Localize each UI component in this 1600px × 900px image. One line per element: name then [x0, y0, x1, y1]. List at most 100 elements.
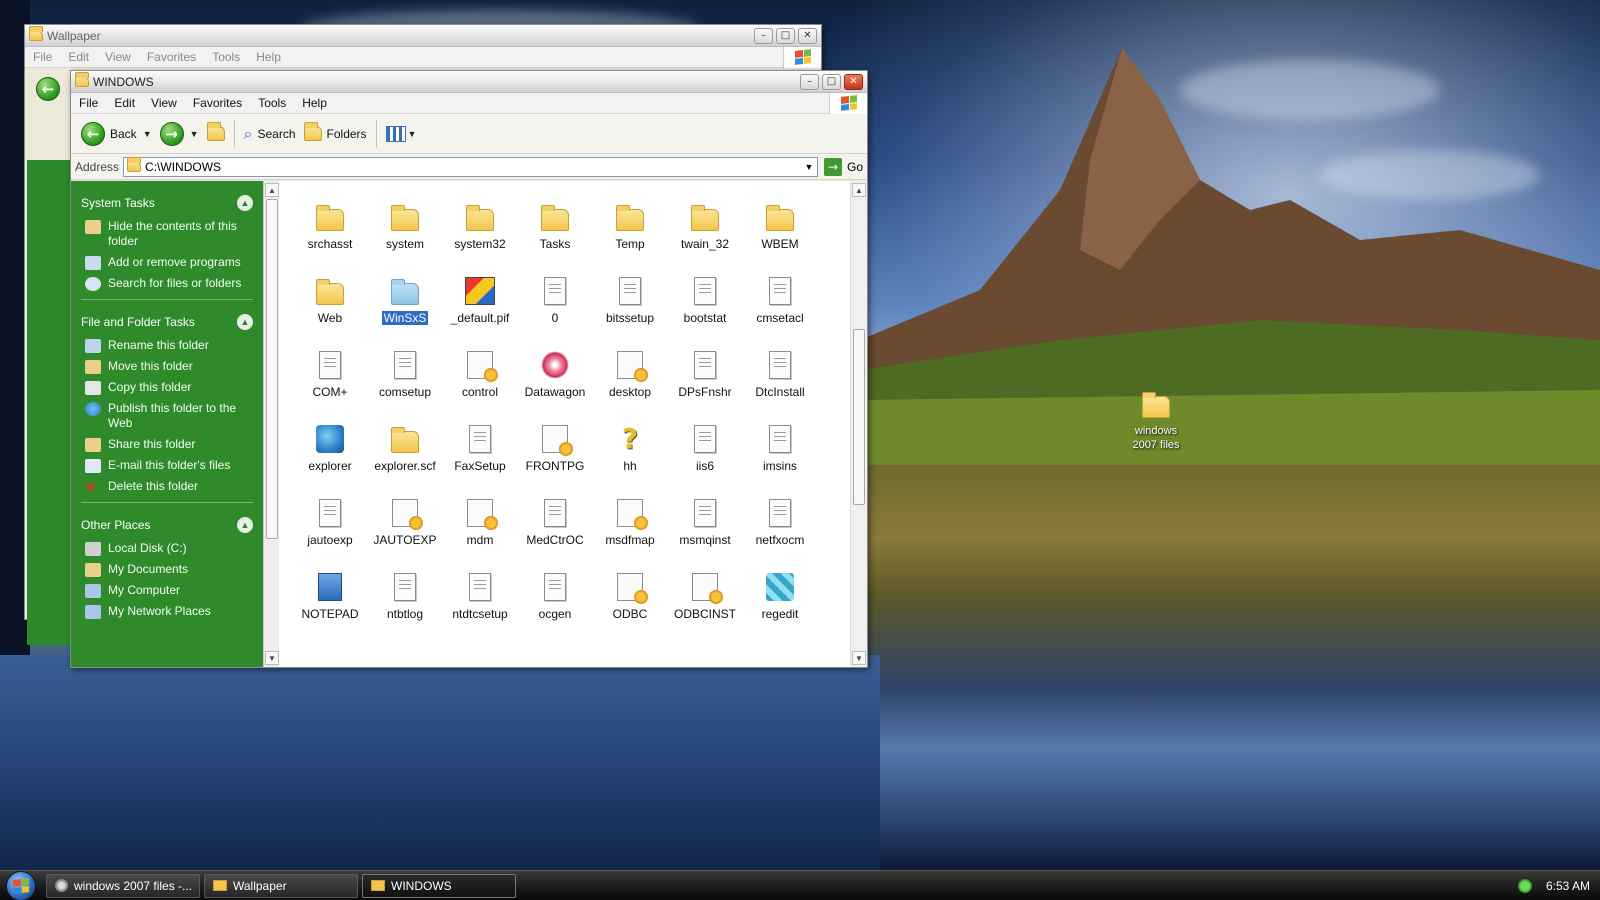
file-item[interactable]: Tasks	[518, 191, 592, 265]
titlebar[interactable]: WINDOWS – □ ✕	[71, 71, 867, 93]
menu-edit[interactable]: Edit	[60, 50, 97, 64]
close-button[interactable]: ✕	[844, 73, 863, 90]
file-item[interactable]: twain_32	[668, 191, 742, 265]
search-button[interactable]: ⌕ Search	[240, 119, 300, 149]
menu-help[interactable]: Help	[294, 96, 335, 110]
file-item[interactable]: WBEM	[743, 191, 817, 265]
chevron-down-icon[interactable]: ▼	[190, 129, 199, 139]
file-item[interactable]: system	[368, 191, 442, 265]
file-item[interactable]: regedit	[743, 561, 817, 635]
file-item[interactable]: ODBC	[593, 561, 667, 635]
menu-file[interactable]: File	[71, 96, 106, 110]
file-item[interactable]: hh	[593, 413, 667, 487]
task-pane-scrollbar[interactable]: ▲ ▼	[263, 181, 279, 667]
start-button[interactable]	[6, 870, 36, 900]
file-item[interactable]: imsins	[743, 413, 817, 487]
file-item[interactable]: Web	[293, 265, 367, 339]
file-item[interactable]: system32	[443, 191, 517, 265]
task-rename-folder[interactable]: Rename this folder	[85, 338, 253, 353]
file-item[interactable]: msdfmap	[593, 487, 667, 561]
menu-view[interactable]: View	[143, 96, 185, 110]
network-status-icon[interactable]	[1517, 879, 1532, 893]
collapse-icon[interactable]: ▲	[237, 195, 253, 211]
scroll-up-arrow[interactable]: ▲	[265, 183, 279, 197]
file-item[interactable]: NOTEPAD	[293, 561, 367, 635]
menu-favorites[interactable]: Favorites	[185, 96, 250, 110]
file-folder-tasks-header[interactable]: File and Folder Tasks ▲	[81, 310, 253, 334]
file-item[interactable]: FaxSetup	[443, 413, 517, 487]
task-add-remove-programs[interactable]: Add or remove programs	[85, 255, 253, 270]
task-email-files[interactable]: E-mail this folder's files	[85, 458, 253, 473]
place-my-network[interactable]: My Network Places	[85, 604, 253, 619]
file-item[interactable]: JAUTOEXP	[368, 487, 442, 561]
task-move-folder[interactable]: Move this folder	[85, 359, 253, 374]
menu-file[interactable]: File	[25, 50, 60, 64]
file-item[interactable]: desktop	[593, 339, 667, 413]
file-list[interactable]: srchasst system system32 Tasks Temp twain_32 W…	[279, 181, 850, 667]
file-item[interactable]: bitssetup	[593, 265, 667, 339]
menu-help[interactable]: Help	[248, 50, 289, 64]
file-item[interactable]: ocgen	[518, 561, 592, 635]
menu-tools[interactable]: Tools	[204, 50, 248, 64]
task-hide-contents[interactable]: Hide the contents of this folder	[85, 219, 253, 249]
file-item[interactable]: ntdtcsetup	[443, 561, 517, 635]
file-list-scrollbar[interactable]: ▲ ▼	[850, 181, 867, 667]
file-item[interactable]: ODBCINST	[668, 561, 742, 635]
go-button[interactable]: → Go	[823, 157, 863, 176]
taskbar-button-windows[interactable]: WINDOWS	[362, 873, 516, 898]
system-tasks-header[interactable]: System Tasks ▲	[81, 191, 253, 215]
menu-view[interactable]: View	[97, 50, 139, 64]
views-button[interactable]: ▼	[382, 119, 421, 149]
folders-button[interactable]: Folders	[300, 119, 371, 149]
collapse-icon[interactable]: ▲	[237, 517, 253, 533]
file-item[interactable]: Datawagon	[518, 339, 592, 413]
maximize-button[interactable]: □	[776, 27, 795, 44]
taskbar-button-wallpaper[interactable]: Wallpaper	[204, 873, 358, 898]
file-item[interactable]: cmsetacl	[743, 265, 817, 339]
file-item[interactable]: jautoexp	[293, 487, 367, 561]
chevron-down-icon[interactable]: ▼	[143, 129, 152, 139]
other-places-header[interactable]: Other Places ▲	[81, 513, 253, 537]
back-button[interactable]: ← Back ▼	[77, 119, 156, 149]
chevron-down-icon[interactable]: ▼	[801, 158, 817, 176]
file-item[interactable]: MedCtrOC	[518, 487, 592, 561]
menu-edit[interactable]: Edit	[106, 96, 143, 110]
file-item[interactable]: COM+	[293, 339, 367, 413]
file-item[interactable]: msmqinst	[668, 487, 742, 561]
place-my-computer[interactable]: My Computer	[85, 583, 253, 598]
scroll-up-arrow[interactable]: ▲	[852, 183, 866, 197]
menu-favorites[interactable]: Favorites	[139, 50, 204, 64]
file-item[interactable]: WinSxS	[368, 265, 442, 339]
file-item[interactable]: DPsFnshr	[668, 339, 742, 413]
task-delete-folder[interactable]: ✕ Delete this folder	[85, 479, 253, 494]
file-item[interactable]: FRONTPG	[518, 413, 592, 487]
file-item[interactable]: srchasst	[293, 191, 367, 265]
file-item[interactable]: comsetup	[368, 339, 442, 413]
forward-button[interactable]: → ▼	[156, 119, 203, 149]
file-item[interactable]: explorer	[293, 413, 367, 487]
menu-tools[interactable]: Tools	[250, 96, 294, 110]
close-button[interactable]: ✕	[798, 27, 817, 44]
file-item[interactable]: explorer.scf	[368, 413, 442, 487]
file-item[interactable]: _default.pif	[443, 265, 517, 339]
minimize-button[interactable]: –	[754, 27, 773, 44]
place-my-documents[interactable]: My Documents	[85, 562, 253, 577]
scroll-down-arrow[interactable]: ▼	[265, 651, 279, 665]
taskbar-button-windows-2007-files[interactable]: windows 2007 files -...	[46, 873, 200, 898]
desktop-folder-windows-2007-files[interactable]: windows 2007 files	[1126, 392, 1186, 452]
scroll-down-arrow[interactable]: ▼	[852, 651, 866, 665]
maximize-button[interactable]: □	[822, 73, 841, 90]
address-input[interactable]: C:\WINDOWS ▼	[123, 156, 818, 177]
titlebar[interactable]: Wallpaper – □ ✕	[25, 25, 821, 47]
file-item[interactable]: ntbtlog	[368, 561, 442, 635]
file-item[interactable]: DtcInstall	[743, 339, 817, 413]
task-search-files[interactable]: Search for files or folders	[85, 276, 253, 291]
clock[interactable]: 6:53 AM	[1546, 879, 1590, 893]
task-copy-folder[interactable]: Copy this folder	[85, 380, 253, 395]
scroll-thumb[interactable]	[853, 329, 865, 505]
file-item[interactable]: mdm	[443, 487, 517, 561]
task-publish-web[interactable]: Publish this folder to the Web	[85, 401, 253, 431]
up-folder-button[interactable]	[203, 119, 229, 149]
file-item[interactable]: netfxocm	[743, 487, 817, 561]
file-item[interactable]: iis6	[668, 413, 742, 487]
